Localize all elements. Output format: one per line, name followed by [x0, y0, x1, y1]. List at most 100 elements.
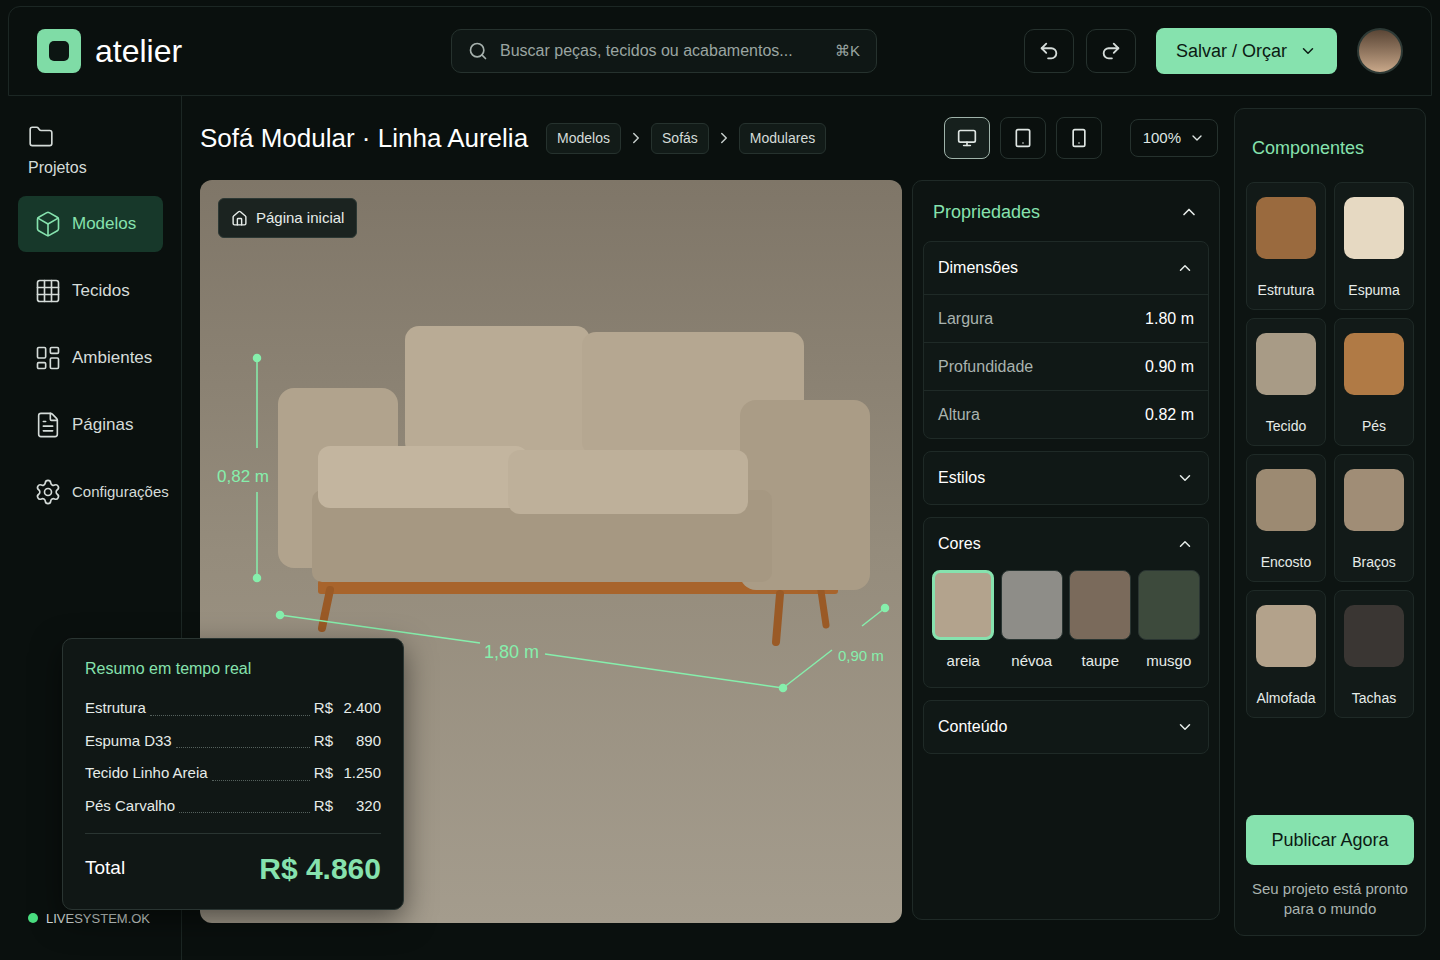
component-card[interactable]: Pés [1334, 318, 1414, 446]
component-card[interactable]: Braços [1334, 454, 1414, 582]
breadcrumbs: Modelos Sofás Modulares [546, 123, 826, 154]
component-grid: EstruturaEspumaTecidoPésEncostoBraçosAlm… [1246, 182, 1414, 718]
swatch-list: areianévoataupemusgo [924, 570, 1208, 687]
search-shortcut: ⌘K [835, 40, 860, 63]
summary-row: Tecido Linho AreiaR$1.250 [85, 762, 381, 785]
undo-button[interactable] [1024, 29, 1074, 73]
depth-dimension: 0,90 m [838, 645, 884, 668]
chevron-down-icon [1176, 469, 1194, 487]
publish-button[interactable]: Publicar Agora [1246, 815, 1414, 865]
sidebar-item[interactable]: Tecidos [18, 263, 163, 319]
page-title: Sofá Modular · Linha Aurelia [200, 119, 528, 158]
mobile-icon [1069, 128, 1089, 148]
undo-icon [1038, 40, 1060, 62]
chevron-right-icon [715, 129, 733, 147]
color-swatch[interactable]: areia [932, 570, 995, 673]
property-section: DimensõesLargura1.80 mProfundidade0.90 m… [923, 241, 1209, 439]
component-card[interactable]: Tachas [1334, 590, 1414, 718]
properties-panel: Propriedades DimensõesLargura1.80 mProfun… [912, 180, 1220, 920]
component-thumbnail-icon [1344, 469, 1404, 531]
sidebar-item[interactable]: Modelos [18, 196, 163, 252]
component-card[interactable]: Encosto [1246, 454, 1326, 582]
chevron-up-icon [1179, 202, 1199, 222]
dimension-row[interactable]: Largura1.80 m [924, 294, 1208, 342]
nav-icon [34, 344, 62, 372]
component-thumbnail-icon [1344, 605, 1404, 667]
status-indicator: LIVESYSTEM.OK [18, 909, 163, 929]
chevron-up-icon [1176, 535, 1194, 553]
component-card[interactable]: Almofada [1246, 590, 1326, 718]
swatch-fill [1138, 570, 1200, 640]
width-dimension: 1,80 m [484, 639, 539, 666]
logo[interactable]: atelier [37, 27, 451, 75]
component-thumbnail-icon [1256, 605, 1316, 667]
tablet-icon [1013, 128, 1033, 148]
breadcrumb[interactable]: Modelos [546, 123, 621, 154]
color-swatch[interactable]: taupe [1069, 570, 1132, 673]
color-swatch[interactable]: musgo [1138, 570, 1201, 673]
app-root: atelier Buscar peças, tecidos ou acabamen… [0, 0, 1440, 960]
summary-row: EstruturaR$2.400 [85, 697, 381, 720]
swatch-fill [932, 570, 994, 640]
section-header[interactable]: Estilos [924, 452, 1208, 504]
user-avatar[interactable] [1357, 28, 1403, 74]
search-icon [468, 41, 488, 61]
logo-text: atelier [95, 27, 182, 75]
chevron-up-icon [1176, 259, 1194, 277]
swatch-fill [1001, 570, 1063, 640]
publish-note: Seu projeto está pronto para o mundo [1246, 879, 1414, 919]
component-card[interactable]: Espuma [1334, 182, 1414, 310]
nav-icon [34, 478, 62, 506]
zoom-select[interactable]: 100% [1130, 119, 1218, 157]
home-icon [231, 210, 248, 227]
property-section: Conteúdo [923, 700, 1209, 754]
sidebar-item[interactable]: Páginas [18, 397, 163, 453]
summary-row: Espuma D33R$890 [85, 730, 381, 753]
component-thumbnail-icon [1256, 333, 1316, 395]
sidebar-item[interactable]: Ambientes [18, 330, 163, 386]
device-button[interactable] [944, 117, 990, 159]
device-switcher [944, 117, 1102, 159]
chevron-down-icon [1176, 718, 1194, 736]
components-title: Componentes [1246, 135, 1414, 162]
desktop-icon [957, 128, 977, 148]
color-swatch[interactable]: névoa [1001, 570, 1064, 673]
home-button[interactable]: Página inicial [218, 198, 357, 238]
breadcrumb[interactable]: Modulares [739, 123, 826, 154]
folder-icon [28, 124, 54, 150]
section-header[interactable]: Dimensões [924, 242, 1208, 294]
logo-mark-icon [37, 29, 81, 73]
component-thumbnail-icon [1344, 333, 1404, 395]
save-button[interactable]: Salvar / Orçar [1156, 28, 1337, 74]
properties-header[interactable]: Propriedades [923, 195, 1209, 229]
nav-icon [34, 411, 62, 439]
property-section: Coresareianévoataupemusgo [923, 517, 1209, 688]
section-header[interactable]: Conteúdo [924, 701, 1208, 753]
dimension-row[interactable]: Profundidade0.90 m [924, 342, 1208, 390]
height-dimension: 0,82 m [217, 464, 269, 490]
section-header[interactable]: Cores [924, 518, 1208, 570]
sidebar-item[interactable]: Projetos [18, 122, 163, 182]
component-thumbnail-icon [1256, 469, 1316, 531]
summary-row: Pés CarvalhoR$320 [85, 795, 381, 818]
search-placeholder: Buscar peças, tecidos ou acabamentos... [500, 39, 823, 63]
swatch-fill [1069, 570, 1131, 640]
property-section: Estilos [923, 451, 1209, 505]
device-button[interactable] [1056, 117, 1102, 159]
search-field[interactable]: Buscar peças, tecidos ou acabamentos... ⌘… [451, 29, 877, 73]
breadcrumb[interactable]: Sofás [651, 123, 709, 154]
component-card[interactable]: Tecido [1246, 318, 1326, 446]
component-card[interactable]: Estrutura [1246, 182, 1326, 310]
top-bar: atelier Buscar peças, tecidos ou acabamen… [8, 6, 1432, 96]
redo-button[interactable] [1086, 29, 1136, 73]
summary-card: Resumo em tempo realEstruturaR$2.400Espu… [62, 638, 404, 910]
sidebar-item[interactable]: Configurações [18, 464, 163, 520]
nav-icon [34, 277, 62, 305]
device-button[interactable] [1000, 117, 1046, 159]
chevron-right-icon [627, 129, 645, 147]
component-thumbnail-icon [1256, 197, 1316, 259]
dimension-row[interactable]: Altura0.82 m [924, 390, 1208, 438]
components-panel: Componentes EstruturaEspumaTecidoPésEncos… [1234, 108, 1426, 936]
chevron-down-icon [1189, 130, 1205, 146]
component-thumbnail-icon [1344, 197, 1404, 259]
